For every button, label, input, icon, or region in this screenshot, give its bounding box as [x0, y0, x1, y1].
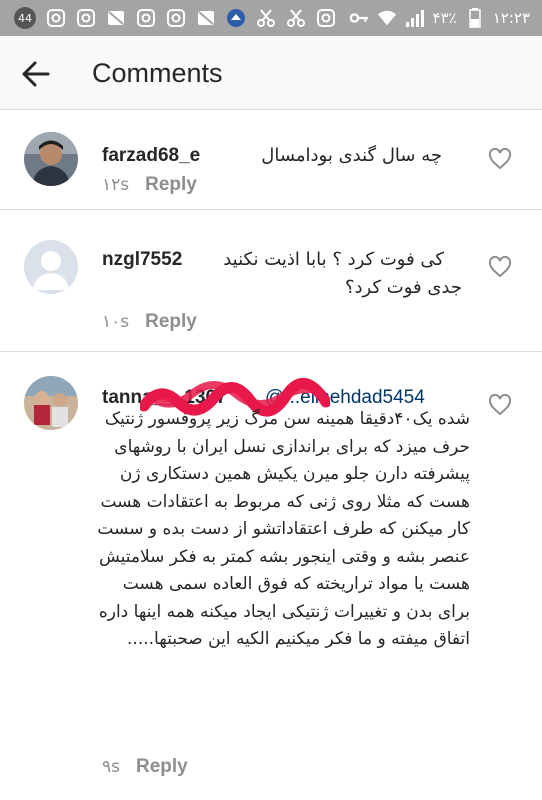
page-title: Comments: [92, 58, 223, 88]
instagram-icon: [136, 8, 156, 28]
like-button[interactable]: [488, 393, 512, 416]
comment-text: کی فوت کرد ؟ بابا اذیت نکنید: [223, 249, 444, 270]
back-button[interactable]: [18, 56, 54, 92]
comment-meta: ۱۲s Reply: [102, 174, 197, 196]
arrow-left-icon: [22, 61, 50, 87]
battery-icon: [465, 8, 485, 28]
status-bar-notifications: 44: [14, 7, 336, 29]
key-icon: [349, 8, 369, 28]
instagram-icon: [76, 8, 96, 28]
reply-button[interactable]: Reply: [136, 756, 188, 778]
signal-icon: [405, 8, 425, 28]
instagram-icon: [166, 8, 186, 28]
scissors-icon: [256, 8, 276, 28]
avatar[interactable]: [24, 132, 78, 186]
comment-item: farzad68_e چه سال گندی بودامسال ۱۲s Repl…: [0, 112, 542, 210]
reply-button[interactable]: Reply: [145, 174, 197, 196]
comment-text-continued: جدی فوت کرد؟: [344, 277, 462, 298]
comment-text: شده یک۴۰دقیقا همینه سن مرگ زیر پروفسور ژ…: [97, 409, 470, 649]
scissors-icon: [286, 8, 306, 28]
avatar[interactable]: [24, 240, 78, 294]
like-button[interactable]: [488, 255, 512, 278]
avatar[interactable]: [24, 376, 78, 430]
notification-count-badge: 44: [14, 7, 36, 29]
instagram-icon: [316, 8, 336, 28]
reply-button[interactable]: Reply: [145, 311, 197, 333]
wifi-icon: [377, 8, 397, 28]
app-icon: [226, 8, 246, 28]
status-bar-system: ۴۳٪ ۱۲:۲۳: [349, 7, 530, 29]
comment-text: چه سال گندی بودامسال: [261, 145, 442, 166]
app-bar: Comments: [0, 36, 542, 110]
comment-meta: ۱۰s Reply: [102, 311, 197, 333]
comment-meta: ۹s Reply: [102, 756, 188, 778]
comment-time: ۹s: [102, 757, 120, 777]
comment-username[interactable]: nzgl7552: [102, 248, 182, 272]
comment-time: ۱۰s: [102, 312, 130, 332]
comment-item: nzgl7552 کی فوت کرد ؟ بابا اذیت نکنید جد…: [0, 212, 542, 352]
heart-icon: [488, 255, 512, 278]
battery-percent: ۴۳٪: [432, 9, 457, 27]
status-bar: 44 ۴۳٪ ۱۲:۲۳: [0, 0, 542, 36]
comment-time: ۱۲s: [102, 175, 130, 195]
comment-item: tanna___1367 @...elibehdad5454 شده یک۴۰د…: [0, 354, 542, 800]
heart-icon: [488, 393, 512, 416]
like-button[interactable]: [488, 147, 512, 170]
instagram-icon: [46, 8, 66, 28]
clock: ۱۲:۲۳: [492, 9, 530, 27]
video-off-icon: [196, 8, 216, 28]
comment-username[interactable]: farzad68_e: [102, 144, 200, 168]
heart-icon: [488, 147, 512, 170]
video-off-icon: [106, 8, 126, 28]
